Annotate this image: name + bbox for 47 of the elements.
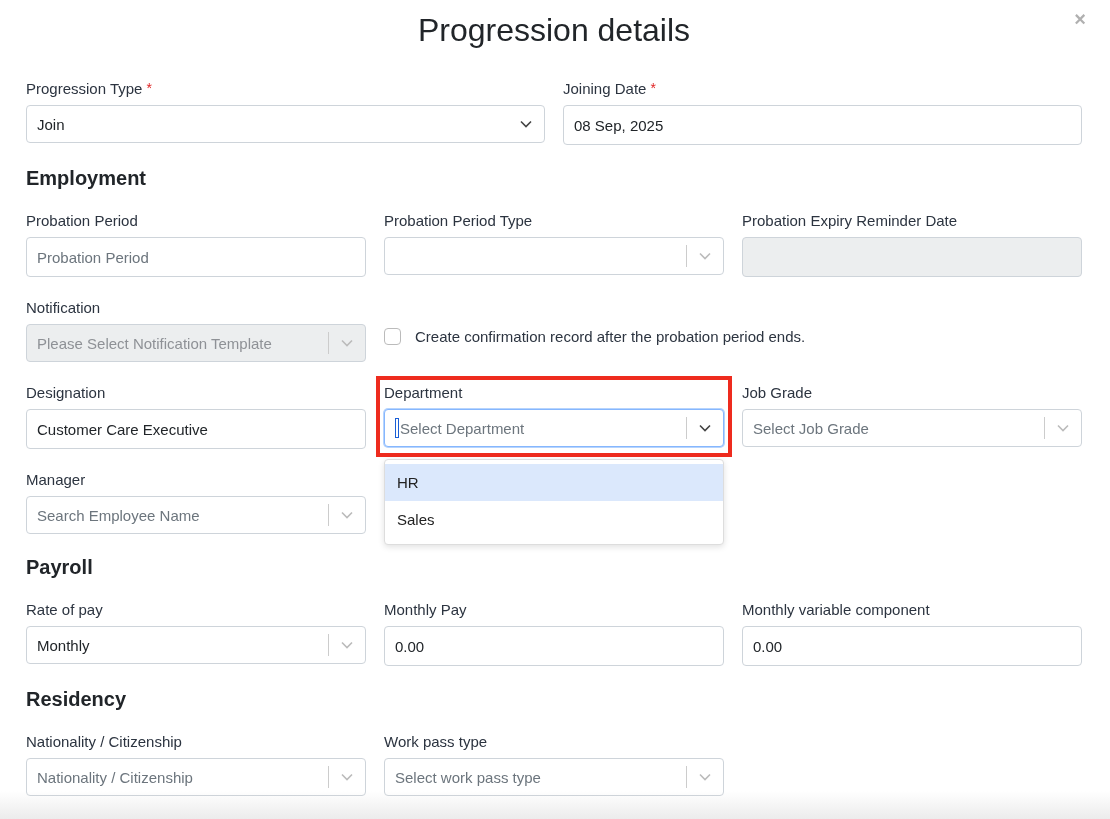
checkbox-label: Create confirmation record after the probation period ends. [415, 328, 806, 345]
field-label: Joining Date [563, 80, 647, 97]
checkbox[interactable] [384, 328, 401, 345]
input-field[interactable]: Probation Period [26, 237, 366, 277]
required-mark: * [146, 80, 152, 97]
select-field[interactable] [384, 237, 724, 275]
field-label: Monthly variable component [742, 601, 930, 618]
section-heading: Residency [26, 688, 128, 711]
chevron-down-icon [1057, 424, 1069, 432]
chevron-down-icon [520, 120, 532, 128]
chevron-down-icon [699, 424, 711, 432]
select-field[interactable]: Join [26, 105, 545, 143]
required-mark: * [650, 80, 656, 97]
field-label: Probation Period Type [384, 212, 533, 229]
dialog-title: Progression details [417, 12, 691, 50]
dropdown-option[interactable]: HR [385, 464, 723, 501]
field-label: Monthly Pay [384, 601, 467, 618]
chevron-down-icon [699, 252, 711, 260]
select-field[interactable]: Select work pass type [384, 758, 724, 796]
field-label: Work pass type [384, 733, 488, 750]
field-label: Department [384, 384, 463, 401]
select-field[interactable]: Select Job Grade [742, 409, 1082, 447]
chevron-down-icon [699, 773, 711, 781]
input-field[interactable]: 08 Sep, 2025 [563, 105, 1082, 145]
select-field[interactable]: Search Employee Name [26, 496, 366, 534]
input-field[interactable]: 0.00 [384, 626, 724, 666]
field-label: Nationality / Citizenship [26, 733, 182, 750]
chevron-down-icon [341, 641, 353, 649]
field-label: Probation Period [26, 212, 138, 229]
field-label: Designation [26, 384, 106, 401]
field-label: Manager [26, 471, 86, 488]
dropdown-option[interactable]: Sales [385, 501, 723, 538]
field-label: Progression Type [26, 80, 143, 97]
field-label: Notification [26, 299, 101, 316]
chevron-down-icon [341, 773, 353, 781]
input-field[interactable]: 0.00 [742, 626, 1082, 666]
chevron-down-icon [341, 339, 353, 347]
select-field[interactable]: Select Department [384, 409, 724, 447]
field-label: Rate of pay [26, 601, 103, 618]
section-heading: Employment [26, 167, 148, 190]
field-label: Probation Expiry Reminder Date [742, 212, 958, 229]
section-heading: Payroll [26, 556, 94, 579]
chevron-down-icon [341, 511, 353, 519]
input-field[interactable]: Customer Care Executive [26, 409, 366, 449]
select-field[interactable]: Nationality / Citizenship [26, 758, 366, 796]
field-label: Job Grade [742, 384, 813, 401]
select-field[interactable]: Monthly [26, 626, 366, 664]
